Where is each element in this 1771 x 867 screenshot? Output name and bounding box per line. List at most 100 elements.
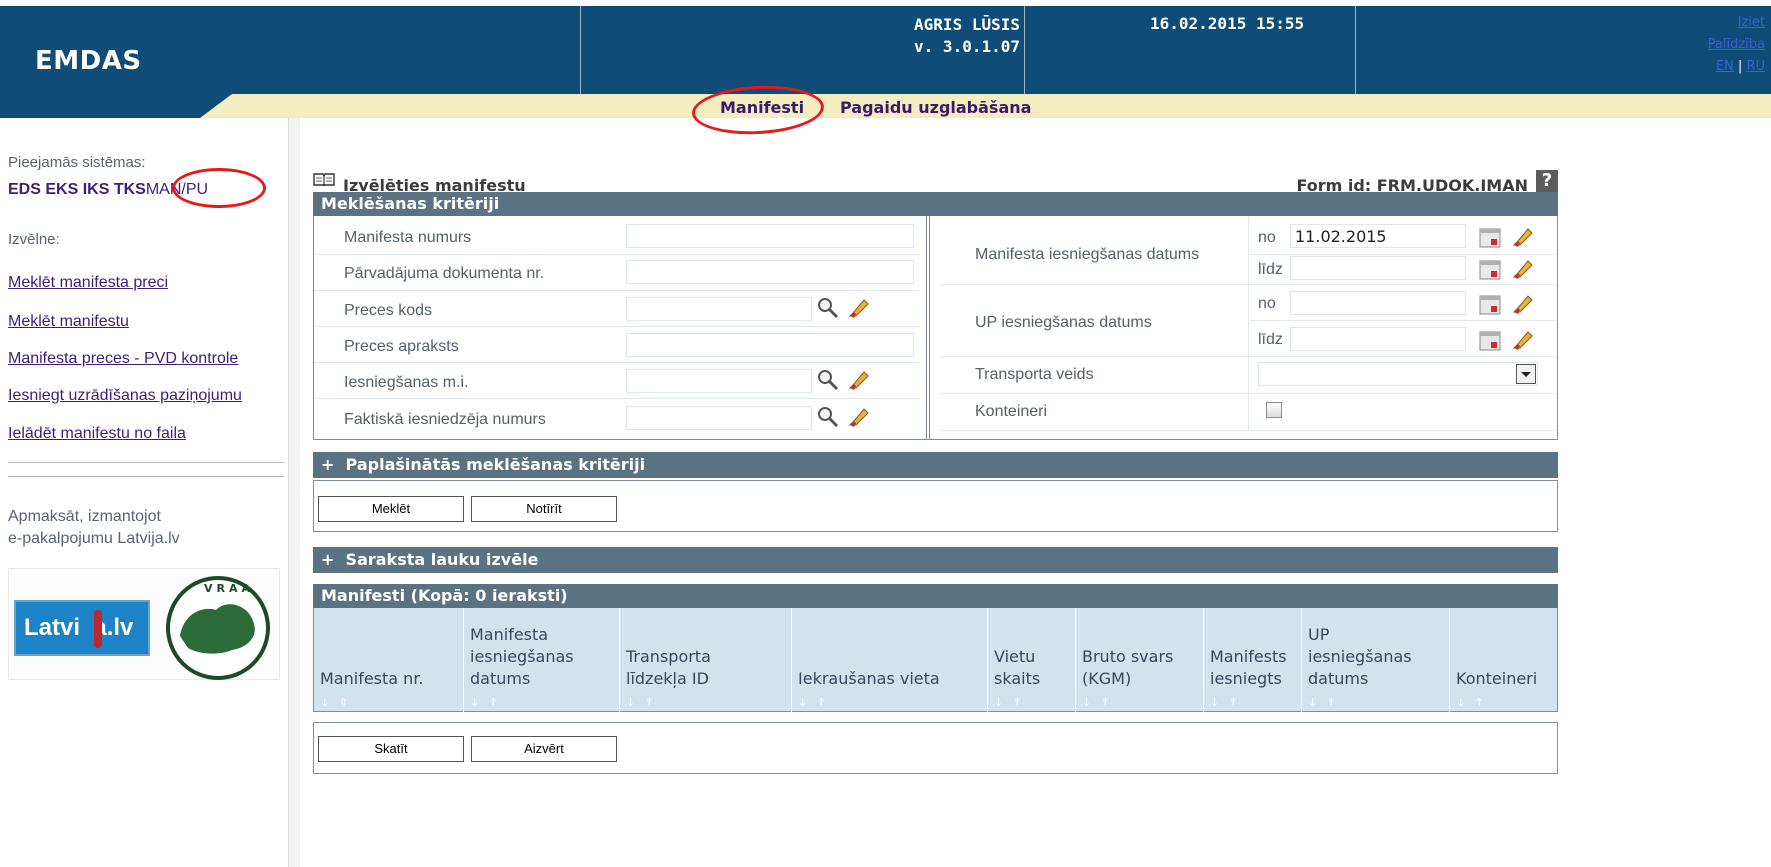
search-icon[interactable] [816, 296, 840, 320]
latvija-logo-mark [94, 610, 102, 648]
column-label: Manifesta nr. [320, 669, 424, 688]
column-label: UP iesniegšanas datums [1308, 625, 1412, 688]
manifest-date-to-field[interactable] [1290, 256, 1466, 280]
view-button[interactable]: Skatīt [318, 736, 464, 762]
goods-code-field[interactable] [626, 297, 812, 321]
pay-text-line2: e-pakalpojumu Latvija.lv [8, 530, 180, 547]
row-divider [1250, 320, 1556, 321]
lang-en-link[interactable]: EN [1716, 59, 1734, 74]
transport-doc-field[interactable] [626, 260, 914, 284]
column-header[interactable]: Vietu skaits ↓ ↑ [988, 608, 1076, 712]
transport-type-select[interactable] [1258, 362, 1538, 386]
sidebar-item-pvd-control[interactable]: Manifesta preces - PVD kontrole [8, 350, 238, 368]
menu-label: Izvēlne: [8, 231, 60, 248]
sort-icons[interactable]: ↓ ⇧ [320, 696, 351, 709]
column-header[interactable]: Manifests iesniegts ↓ ↑ [1204, 608, 1302, 712]
list-fields-header[interactable]: + Saraksta lauku izvēle [313, 547, 1558, 573]
extended-criteria-header[interactable]: + Paplašinātās meklēšanas kritēriji [313, 452, 1558, 478]
list-fields-title: Saraksta lauku izvēle [345, 550, 539, 569]
goods-description-field[interactable] [626, 333, 914, 357]
manifests-list-header: Manifesti (Kopā: 0 ieraksti) [313, 584, 1558, 608]
column-label: Iekraušanas vieta [798, 669, 940, 688]
manifest-number-field[interactable] [626, 224, 914, 248]
sort-icons[interactable]: ↓ ↑ [798, 696, 829, 709]
sort-icons[interactable]: ↓ ↑ [1210, 696, 1241, 709]
column-label: Transporta līdzekļa ID [626, 647, 711, 688]
clear-button[interactable]: Notīrīt [471, 496, 617, 522]
lang-ru-link[interactable]: RU [1746, 59, 1765, 74]
system-link-eks[interactable]: EKS [45, 181, 78, 198]
containers-checkbox[interactable] [1266, 402, 1282, 418]
app-brand: EMDAS [35, 46, 142, 76]
manifest-number-label: Manifesta numurs [344, 229, 472, 246]
expand-icon: + [321, 455, 335, 474]
column-header[interactable]: Manifesta iesniegšanas datums ↓ ↑ [464, 608, 620, 712]
column-header[interactable]: UP iesniegšanas datums ↓ ↑ [1302, 608, 1450, 712]
system-link-man-pu[interactable]: MAN/PU [146, 181, 208, 198]
sort-icons[interactable]: ↓ ↑ [626, 696, 657, 709]
submission-place-field[interactable] [626, 369, 812, 393]
app-version: v. 3.0.1.07 [914, 37, 1020, 56]
submission-place-label: Iesniegšanas m.i. [344, 374, 469, 391]
eraser-icon[interactable] [1510, 257, 1534, 281]
column-label: Manifesta iesniegšanas datums [470, 625, 574, 688]
logout-link[interactable]: Iziet [1738, 15, 1765, 30]
column-header[interactable]: Iekraušanas vieta ↓ ↑ [792, 608, 988, 712]
sort-icons[interactable]: ↓ ↑ [1308, 696, 1339, 709]
column-header[interactable]: Konteineri ↓ ↑ [1450, 608, 1557, 712]
manifest-date-from-field[interactable] [1290, 224, 1466, 248]
user-info: AGRIS LŪSIS v. 3.0.1.07 [580, 14, 1020, 58]
actual-submitter-field[interactable] [626, 406, 812, 430]
book-icon [313, 173, 335, 186]
sort-icons[interactable]: ↓ ↑ [1082, 696, 1113, 709]
sidebar-border [288, 118, 300, 867]
search-icon[interactable] [816, 368, 840, 392]
tab-bar-left [0, 94, 232, 118]
sidebar-item-submit-notice[interactable]: Iesniegt uzrādīšanas paziņojumu [8, 387, 242, 405]
column-header[interactable]: Bruto svars (KGM) ↓ ↑ [1076, 608, 1204, 712]
up-date-from-label: no [1258, 295, 1276, 312]
user-name: AGRIS LŪSIS [914, 15, 1020, 34]
sort-icons[interactable]: ↓ ↑ [470, 696, 501, 709]
row-divider [314, 326, 920, 327]
sort-icons[interactable]: ↓ ↑ [994, 696, 1025, 709]
calendar-icon[interactable] [1478, 257, 1502, 281]
chevron-down-icon[interactable] [1516, 364, 1536, 384]
eraser-icon[interactable] [846, 296, 870, 320]
sidebar-item-search-manifest-goods[interactable]: Meklēt manifesta preci [8, 274, 168, 292]
header-divider [1355, 6, 1356, 94]
tab-pagaidu-uzglabasana[interactable]: Pagaidu uzglabāšana [840, 98, 1031, 117]
transport-type-label: Transporta veids [975, 366, 1094, 383]
help-icon[interactable]: ? [1536, 170, 1558, 192]
column-header[interactable]: Manifesta nr. ↓ ⇧ [314, 608, 464, 712]
search-button[interactable]: Meklēt [318, 496, 464, 522]
sidebar-item-upload-manifest[interactable]: Ielādēt manifestu no faila [8, 425, 186, 443]
eraser-icon[interactable] [1510, 225, 1534, 249]
column-header[interactable]: Transporta līdzekļa ID ↓ ↑ [620, 608, 792, 712]
up-date-label: UP iesniegšanas datums [975, 314, 1152, 331]
current-datetime: 16.02.2015 15:55 [1150, 14, 1305, 33]
eraser-icon[interactable] [846, 368, 870, 392]
criteria-header: Meklēšanas kritēriji [313, 192, 1558, 216]
system-link-tks[interactable]: TKS [114, 181, 146, 198]
tab-manifesti[interactable]: Manifesti [720, 98, 804, 117]
up-date-from-field[interactable] [1290, 291, 1466, 315]
eraser-icon[interactable] [1510, 292, 1534, 316]
help-link[interactable]: Palīdzība [1708, 37, 1765, 52]
calendar-icon[interactable] [1478, 328, 1502, 352]
row-divider [314, 398, 920, 399]
expand-icon: + [321, 550, 335, 569]
calendar-icon[interactable] [1478, 225, 1502, 249]
sidebar-item-search-manifest[interactable]: Meklēt manifestu [8, 313, 129, 331]
close-button[interactable]: Aizvērt [471, 736, 617, 762]
system-link-eds[interactable]: EDS [8, 181, 41, 198]
sort-icons[interactable]: ↓ ↑ [1456, 696, 1487, 709]
eraser-icon[interactable] [1510, 328, 1534, 352]
search-icon[interactable] [816, 405, 840, 429]
column-label: Manifests iesniegts [1210, 647, 1287, 688]
system-link-iks[interactable]: IKS [83, 181, 110, 198]
calendar-icon[interactable] [1478, 292, 1502, 316]
up-date-to-field[interactable] [1290, 327, 1466, 351]
eraser-icon[interactable] [846, 405, 870, 429]
latvija-lv-logo[interactable]: Latvi a.lv [14, 600, 150, 656]
